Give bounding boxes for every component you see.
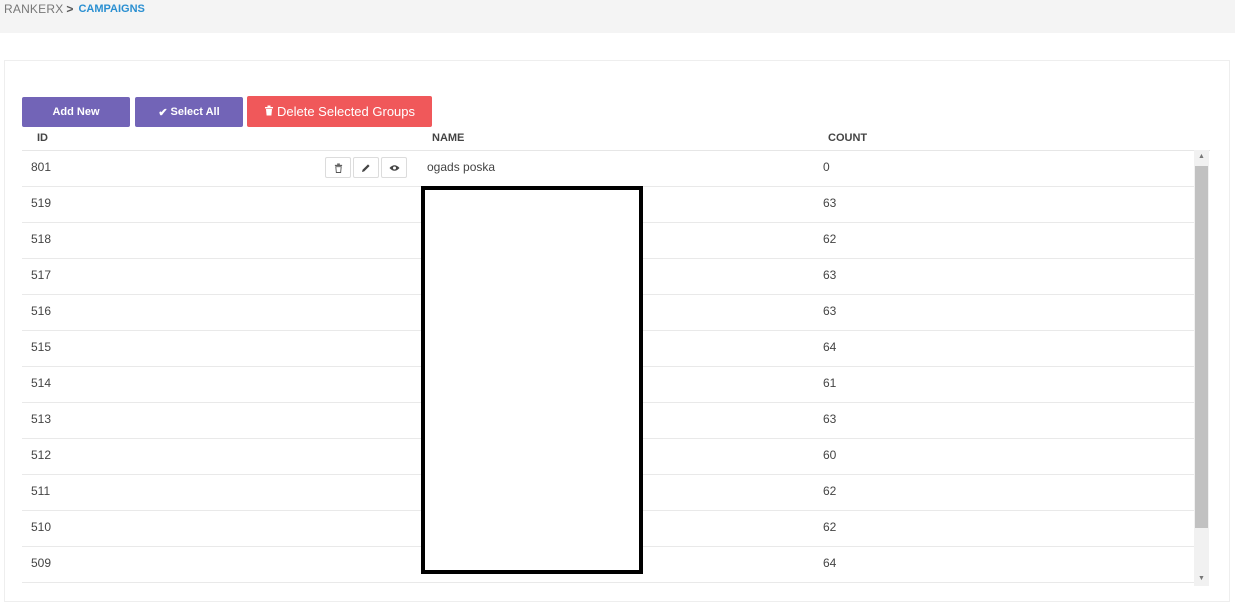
select-all-label: Select All — [170, 106, 220, 118]
table-scrollbar[interactable]: ▲ ▼ — [1194, 150, 1209, 586]
row-count: 0 — [823, 160, 830, 174]
add-new-label: Add New — [52, 106, 100, 118]
delete-selected-groups-button[interactable]: Delete Selected Groups — [247, 96, 432, 127]
row-id: 516 — [31, 304, 52, 318]
row-id: 517 — [31, 268, 52, 282]
row-actions — [325, 157, 409, 178]
row-id: 511 — [31, 484, 51, 498]
row-count: 63 — [823, 196, 837, 210]
breadcrumb: RANKERX > CAMPAIGNS — [4, 2, 145, 16]
table-row[interactable]: 801 ogads poska 0 — [22, 150, 1194, 187]
breadcrumb-root[interactable]: RANKERX — [4, 2, 63, 16]
row-count: 62 — [823, 232, 837, 246]
column-header-id[interactable]: ID — [37, 132, 48, 144]
delete-selected-label: Delete Selected Groups — [276, 104, 416, 119]
redaction-box — [421, 186, 643, 574]
delete-row-button[interactable] — [325, 157, 351, 178]
trash-icon — [334, 163, 342, 173]
table-header: ID NAME COUNT — [22, 130, 1210, 151]
row-id: 518 — [31, 232, 52, 246]
pencil-icon — [362, 163, 370, 172]
row-name: ogads poska — [427, 160, 496, 174]
edit-row-button[interactable] — [353, 157, 379, 178]
row-id: 513 — [31, 412, 52, 426]
row-id: 519 — [31, 196, 52, 210]
row-id: 512 — [31, 448, 52, 462]
row-id: 510 — [31, 520, 52, 534]
row-id: 515 — [31, 340, 52, 354]
scrollbar-thumb[interactable] — [1195, 166, 1208, 528]
row-id: 514 — [31, 376, 52, 390]
row-count: 61 — [823, 376, 837, 390]
column-header-name[interactable]: NAME — [432, 132, 464, 144]
row-count: 62 — [823, 520, 837, 534]
row-count: 63 — [823, 304, 837, 318]
breadcrumb-separator-icon: > — [66, 2, 74, 16]
row-count: 60 — [823, 448, 837, 462]
row-id: 509 — [31, 556, 52, 570]
column-header-count[interactable]: COUNT — [828, 132, 867, 144]
eye-icon — [389, 164, 399, 171]
row-count: 63 — [823, 412, 837, 426]
view-row-button[interactable] — [381, 157, 407, 178]
top-bar: RANKERX > CAMPAIGNS — [0, 0, 1235, 33]
row-count: 63 — [823, 268, 837, 282]
breadcrumb-current[interactable]: CAMPAIGNS — [78, 3, 144, 15]
row-count: 64 — [823, 340, 837, 354]
check-icon: ✔ — [158, 106, 168, 119]
scroll-up-icon[interactable]: ▲ — [1194, 150, 1209, 164]
trash-icon — [264, 105, 274, 119]
row-count: 62 — [823, 484, 837, 498]
scroll-down-icon[interactable]: ▼ — [1194, 572, 1209, 586]
select-all-button[interactable]: ✔ Select All — [135, 97, 243, 127]
row-id: 801 — [31, 160, 52, 174]
row-count: 64 — [823, 556, 837, 570]
add-new-button[interactable]: Add New — [22, 97, 130, 127]
